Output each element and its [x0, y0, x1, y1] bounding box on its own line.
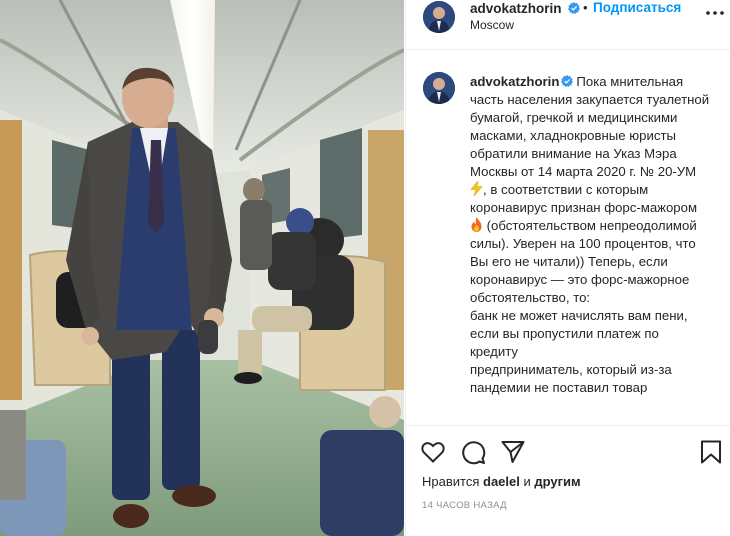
post-header: advokatzhorin • Подписаться Moscow: [406, 0, 730, 50]
avatar-image: [423, 1, 455, 33]
verified-badge-icon: [561, 75, 574, 87]
post-timestamp[interactable]: 14 ЧАСОВ НАЗАД: [422, 500, 507, 511]
comments-area[interactable]: advokatzhorin Пока мнительная часть насел…: [406, 51, 730, 425]
caption-text-part-1: Пока мнительная часть населения закупает…: [470, 74, 710, 179]
likes-others-link[interactable]: другим: [534, 474, 580, 489]
fire-icon: [471, 217, 482, 232]
subway-car-image: [0, 0, 404, 536]
post-side-panel: advokatzhorin • Подписаться Moscow advok…: [405, 0, 730, 536]
caption-text-part-5: предприниматель, который из-за пандемии …: [470, 362, 672, 395]
likes-prefix: Нравится: [422, 474, 480, 489]
liked-by-user-link[interactable]: daelel: [483, 474, 520, 489]
caption-author-avatar[interactable]: [423, 72, 455, 104]
likes-summary[interactable]: Нравится daelel и другим: [422, 474, 581, 489]
comment-icon[interactable]: [460, 439, 486, 465]
caption-username-link[interactable]: advokatzhorin: [470, 74, 559, 89]
caption-text-part-2: , в соответствии с которым коронавирус п…: [470, 182, 698, 215]
follow-button[interactable]: Подписаться: [593, 0, 681, 15]
likes-and: и: [523, 474, 531, 489]
post-actions-bar: Нравится daelel и другим 14 ЧАСОВ НАЗАД: [406, 425, 730, 536]
share-icon[interactable]: [500, 439, 526, 465]
lightning-bolt-icon: [470, 181, 483, 196]
header-separator: •: [583, 0, 588, 15]
more-options-icon[interactable]: [704, 2, 726, 24]
author-avatar[interactable]: [423, 1, 455, 33]
bookmark-icon[interactable]: [698, 439, 724, 465]
caption-text-part-4: банк не может начислять вам пени, если в…: [470, 308, 688, 359]
avatar-image: [423, 72, 455, 104]
post-photo[interactable]: [0, 0, 404, 536]
post-caption: advokatzhorin Пока мнительная часть насел…: [470, 73, 710, 397]
verified-badge-icon: [568, 2, 580, 14]
caption-text-part-3: (обстоятельством непреодолимой силы). Ув…: [470, 218, 697, 305]
author-username-link[interactable]: advokatzhorin: [470, 1, 562, 16]
post-location-link[interactable]: Moscow: [470, 18, 514, 32]
heart-icon[interactable]: [420, 439, 446, 465]
